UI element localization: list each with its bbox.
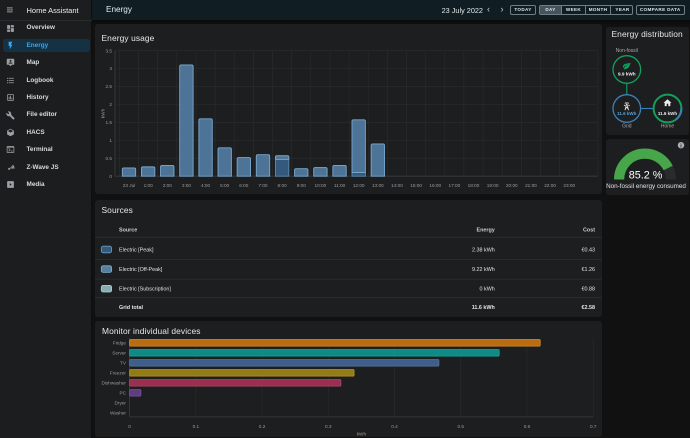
svg-text:23 Jul: 23 Jul bbox=[123, 183, 136, 188]
svg-text:13:00: 13:00 bbox=[372, 183, 384, 188]
svg-text:Electric [Peak]: Electric [Peak] bbox=[119, 247, 154, 253]
svg-text:3:00: 3:00 bbox=[182, 183, 192, 188]
svg-text:kWh: kWh bbox=[357, 431, 367, 436]
svg-text:11.6 kWh: 11.6 kWh bbox=[658, 111, 678, 116]
svg-text:€2.58: €2.58 bbox=[582, 305, 596, 311]
svg-text:Cost: Cost bbox=[583, 227, 595, 233]
svg-text:19:00: 19:00 bbox=[487, 183, 499, 188]
svg-text:€0.88: €0.88 bbox=[582, 286, 596, 292]
svg-text:5:00: 5:00 bbox=[220, 183, 230, 188]
svg-text:0.6: 0.6 bbox=[524, 424, 531, 429]
svg-text:0.1: 0.1 bbox=[193, 424, 200, 429]
svg-text:7:00: 7:00 bbox=[258, 183, 268, 188]
svg-text:9.22 kWh: 9.22 kWh bbox=[472, 267, 495, 273]
svg-text:11:00: 11:00 bbox=[334, 183, 346, 188]
svg-text:17:00: 17:00 bbox=[449, 183, 461, 188]
svg-text:€1.26: €1.26 bbox=[582, 267, 596, 273]
svg-text:85.2 %: 85.2 % bbox=[629, 169, 663, 181]
svg-text:Energy: Energy bbox=[477, 227, 495, 233]
svg-text:21:00: 21:00 bbox=[525, 183, 537, 188]
svg-text:Fridge: Fridge bbox=[113, 340, 127, 345]
svg-text:0.5: 0.5 bbox=[105, 156, 112, 161]
svg-text:11.6 kWh: 11.6 kWh bbox=[617, 111, 637, 116]
svg-text:18:00: 18:00 bbox=[468, 183, 480, 188]
svg-text:2.5: 2.5 bbox=[105, 84, 112, 89]
svg-text:€0.43: €0.43 bbox=[582, 247, 596, 253]
svg-text:0: 0 bbox=[109, 174, 112, 179]
svg-text:Dryer: Dryer bbox=[115, 400, 127, 405]
svg-text:2:00: 2:00 bbox=[163, 183, 173, 188]
svg-text:16:00: 16:00 bbox=[429, 183, 441, 188]
svg-text:kWh: kWh bbox=[101, 108, 106, 118]
svg-text:4:00: 4:00 bbox=[201, 183, 211, 188]
svg-text:0: 0 bbox=[128, 424, 131, 429]
svg-text:0.4: 0.4 bbox=[391, 424, 398, 429]
svg-text:1:00: 1:00 bbox=[144, 183, 154, 188]
svg-text:PC: PC bbox=[119, 390, 126, 395]
svg-text:9:00: 9:00 bbox=[297, 183, 307, 188]
svg-text:1: 1 bbox=[109, 138, 112, 143]
svg-text:0 kWh: 0 kWh bbox=[480, 286, 495, 292]
svg-text:9.9 kWh: 9.9 kWh bbox=[618, 71, 636, 76]
svg-text:6:00: 6:00 bbox=[239, 183, 249, 188]
svg-text:Non-fossil energy consumed: Non-fossil energy consumed bbox=[606, 183, 686, 190]
svg-text:14:00: 14:00 bbox=[391, 183, 403, 188]
svg-text:0.5: 0.5 bbox=[457, 424, 464, 429]
svg-text:22:00: 22:00 bbox=[544, 183, 556, 188]
svg-text:23:00: 23:00 bbox=[563, 183, 575, 188]
svg-text:10:00: 10:00 bbox=[315, 183, 327, 188]
svg-text:Source: Source bbox=[119, 227, 137, 233]
svg-text:Grid: Grid bbox=[622, 123, 632, 129]
svg-text:Server: Server bbox=[112, 350, 126, 355]
svg-text:0.7: 0.7 bbox=[590, 424, 597, 429]
svg-text:3: 3 bbox=[109, 66, 112, 71]
svg-text:Washer: Washer bbox=[110, 410, 126, 415]
svg-text:12:00: 12:00 bbox=[353, 183, 365, 188]
svg-text:Electric [Subscription]: Electric [Subscription] bbox=[119, 286, 171, 292]
svg-text:Freezer: Freezer bbox=[110, 370, 127, 375]
svg-text:Home: Home bbox=[661, 123, 675, 129]
svg-text:0.2: 0.2 bbox=[259, 424, 266, 429]
svg-text:20:00: 20:00 bbox=[506, 183, 518, 188]
svg-text:Dishwasher: Dishwasher bbox=[102, 380, 127, 385]
svg-text:2: 2 bbox=[109, 102, 112, 107]
svg-text:2.38 kWh: 2.38 kWh bbox=[472, 247, 495, 253]
svg-text:3.5: 3.5 bbox=[105, 48, 112, 53]
svg-text:11.6 kWh: 11.6 kWh bbox=[472, 305, 495, 311]
svg-text:Grid total: Grid total bbox=[119, 305, 143, 311]
svg-text:TV: TV bbox=[120, 360, 127, 365]
svg-text:Electric [Off-Peak]: Electric [Off-Peak] bbox=[119, 267, 163, 273]
svg-text:0.3: 0.3 bbox=[325, 424, 332, 429]
svg-text:Non-fossil: Non-fossil bbox=[616, 48, 638, 54]
svg-text:1.5: 1.5 bbox=[105, 120, 112, 125]
svg-text:8:00: 8:00 bbox=[278, 183, 288, 188]
svg-text:15:00: 15:00 bbox=[410, 183, 422, 188]
